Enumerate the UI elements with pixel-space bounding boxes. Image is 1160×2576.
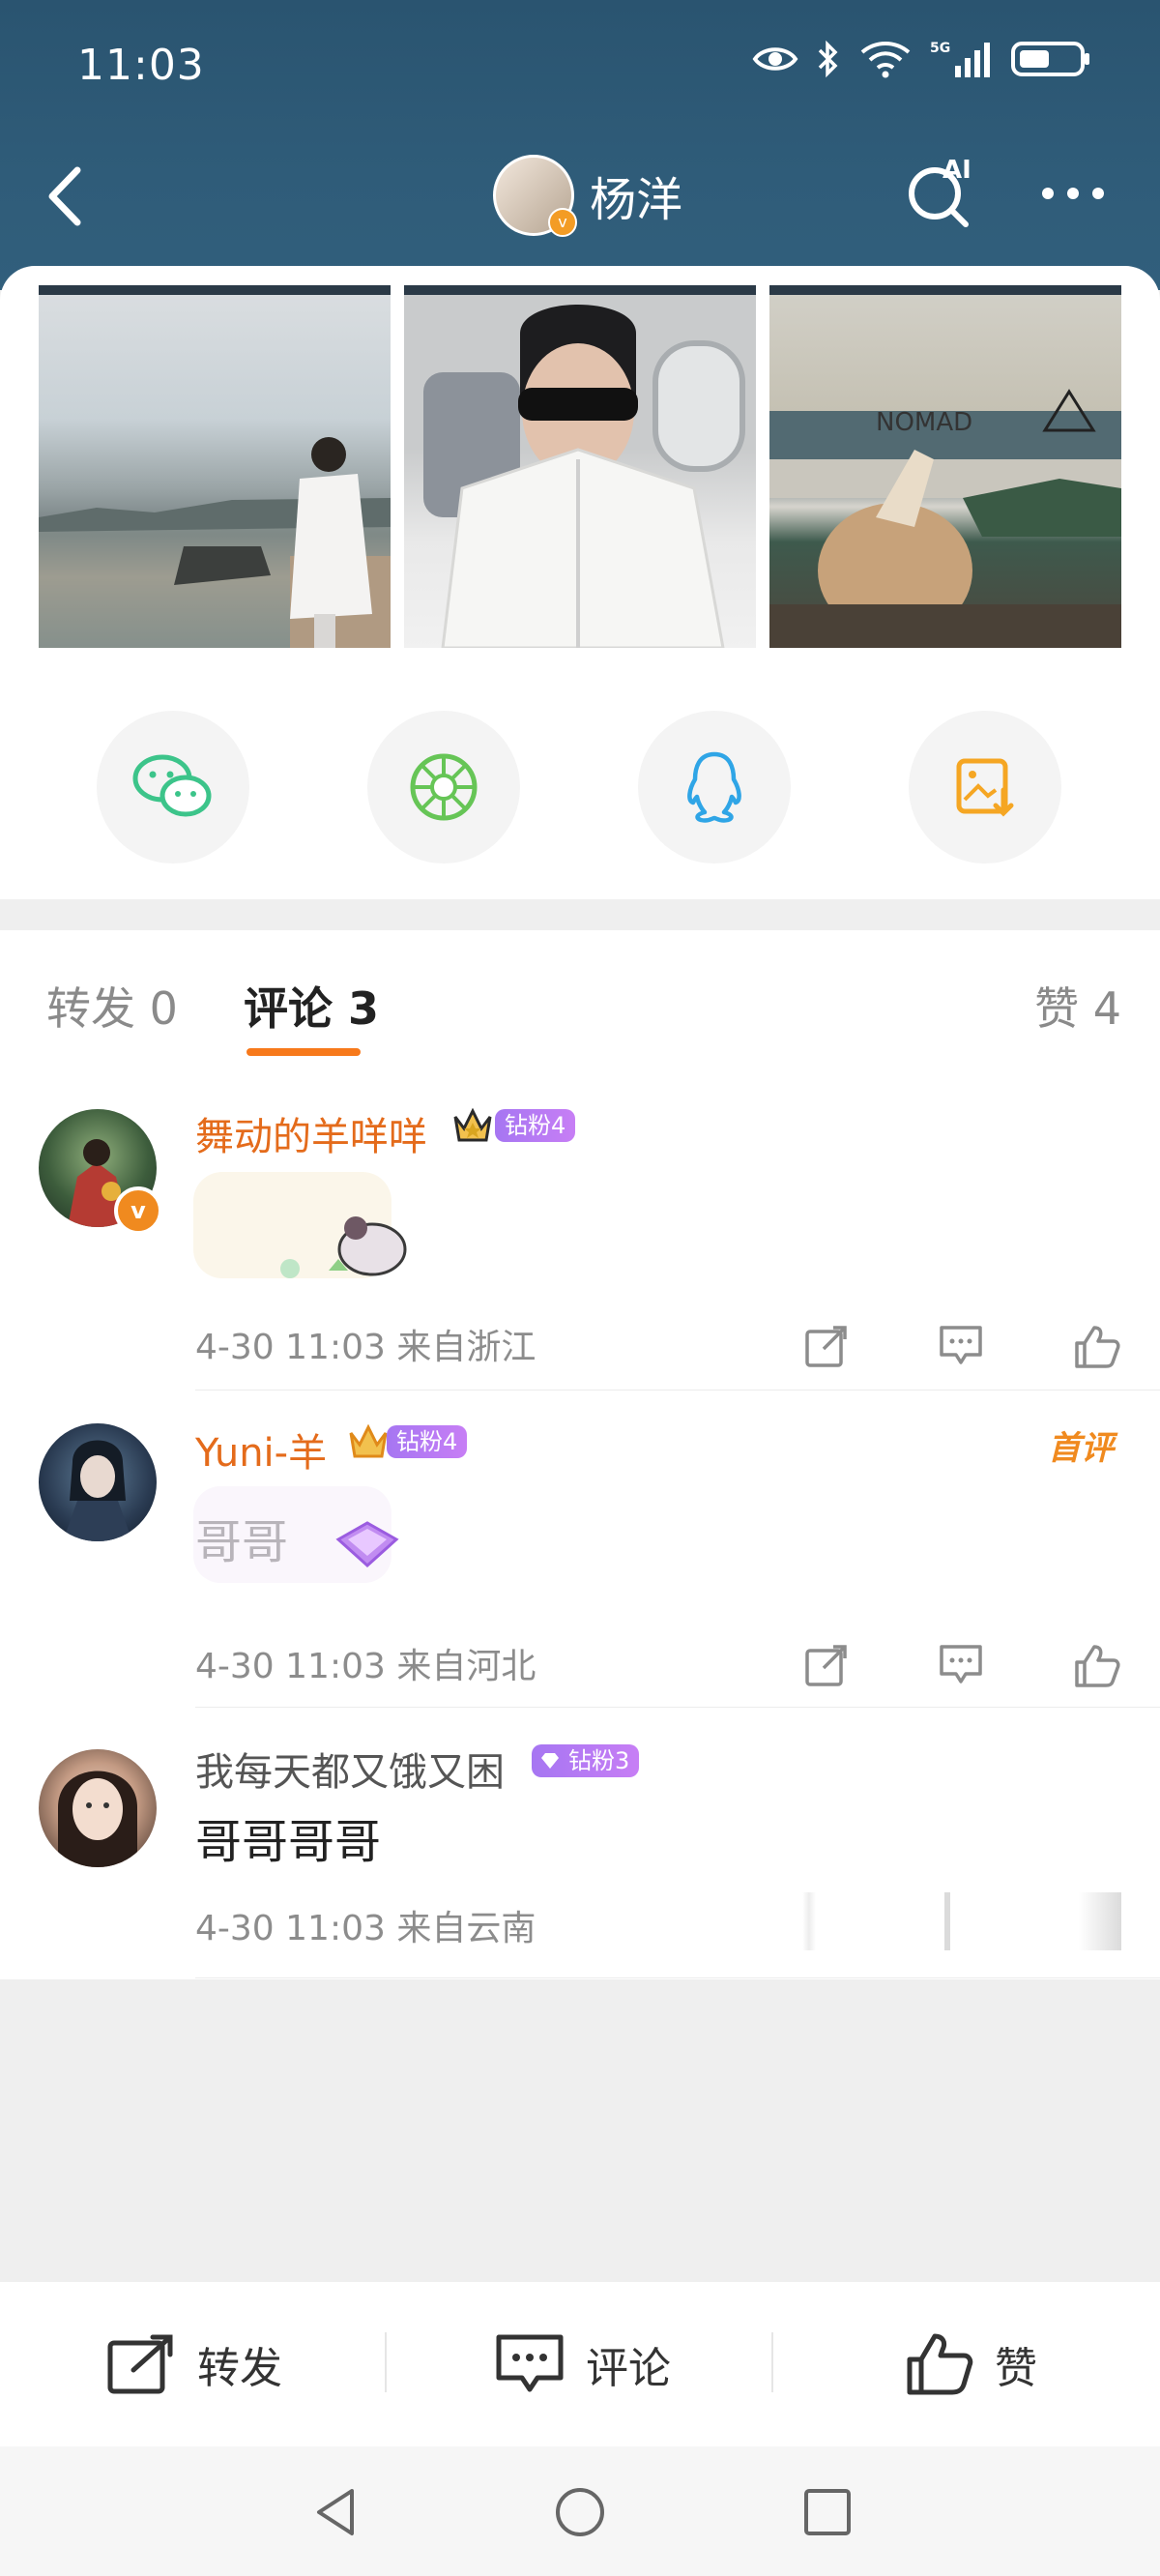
- comment-meta: 4-30 11:03 来自云南: [195, 1900, 536, 1950]
- comment-username[interactable]: 舞动的羊咩咩: [195, 1105, 427, 1161]
- fan-badge-label: 钻粉3: [568, 1747, 630, 1774]
- repost-icon: [107, 2334, 173, 2394]
- nav-back-icon[interactable]: [309, 2485, 363, 2539]
- comment-time: 4-30 11:03: [195, 1647, 386, 1686]
- bar-separator: [385, 2332, 387, 2392]
- bluetooth-icon: [818, 40, 838, 78]
- reply-icon[interactable]: [937, 1322, 985, 1370]
- active-tab-indicator: [246, 1048, 361, 1056]
- tab-repost[interactable]: 转发 0: [46, 974, 178, 1038]
- comment-location: 来自云南: [396, 1909, 536, 1948]
- loading-shimmer: [944, 1892, 950, 1950]
- tab-like[interactable]: 赞 4: [1034, 974, 1121, 1038]
- verified-badge-icon: v: [548, 208, 577, 237]
- wifi-icon: [860, 42, 911, 78]
- more-options-icon[interactable]: [1034, 174, 1112, 213]
- photo-coconut-beach[interactable]: NOMAD: [769, 295, 1121, 648]
- tab-comment[interactable]: 评论 3: [244, 974, 379, 1038]
- sticker-bubble-decoration: [193, 1486, 399, 1583]
- ai-search-icon[interactable]: AI: [904, 155, 981, 232]
- diamond-icon: [541, 1753, 559, 1769]
- comment-item: Yuni-羊 钻粉4 首评 哥哥 4-30 11:03 来自河北: [0, 1390, 1160, 1709]
- tab-bar: 转发 0 评论 3 赞 4: [0, 930, 1160, 1071]
- bar-separator: [771, 2332, 773, 2392]
- battery-icon: [1011, 42, 1089, 76]
- comment-username[interactable]: Yuni-羊: [195, 1421, 327, 1478]
- loading-shimmer: [1079, 1892, 1121, 1950]
- sticker-bubble-decoration: [193, 1172, 407, 1278]
- like-button[interactable]: 赞: [904, 2326, 1037, 2403]
- comment-item: 我每天都又饿又困 钻粉3 哥哥哥哥 4-30 11:03 来自云南: [0, 1709, 1160, 1979]
- comment-location: 来自河北: [396, 1647, 536, 1686]
- comment-icon: [496, 2334, 564, 2392]
- profile-title[interactable]: v 杨洋: [493, 155, 683, 237]
- share-wechat-button[interactable]: [97, 711, 249, 864]
- photo-airplane-selfie[interactable]: [404, 295, 756, 648]
- comment-actions: [802, 1636, 1121, 1694]
- save-image-button[interactable]: [909, 711, 1061, 864]
- share-icon[interactable]: [802, 1641, 851, 1689]
- comment-label: 评论: [586, 2344, 671, 2393]
- reply-icon[interactable]: [937, 1641, 985, 1689]
- comment-divider: [195, 1977, 1160, 1978]
- back-arrow-icon[interactable]: [39, 162, 97, 230]
- section-divider: [0, 899, 1160, 930]
- comment-list: v 舞动的羊咩咩 钻粉4 第一 4-30 11:03 来自浙江 Yuni-羊 钻…: [0, 1070, 1160, 1979]
- eye-icon: [752, 47, 798, 71]
- like-icon[interactable]: [1071, 1641, 1121, 1689]
- wechat-icon: [132, 754, 212, 817]
- profile-avatar[interactable]: v: [493, 155, 577, 237]
- post-card: NOMAD: [0, 266, 1160, 899]
- photo-grid: NOMAD: [39, 285, 1121, 648]
- comment-meta: 4-30 11:03 来自河北: [195, 1638, 536, 1688]
- system-navigation-bar: [0, 2446, 1160, 2576]
- moments-icon: [410, 753, 478, 821]
- repost-button[interactable]: 转发: [106, 2326, 282, 2403]
- comment-item: v 舞动的羊咩咩 钻粉4 第一 4-30 11:03 来自浙江: [0, 1070, 1160, 1390]
- share-moments-button[interactable]: [367, 711, 520, 864]
- signal-5g-icon: 5G: [930, 41, 990, 77]
- share-icon[interactable]: [802, 1322, 851, 1370]
- verified-badge-icon: v: [114, 1186, 162, 1235]
- crown-icon: [453, 1107, 492, 1142]
- thumbs-up-icon: [907, 2333, 973, 2395]
- nav-recents-icon[interactable]: [800, 2485, 855, 2539]
- comment-meta: 4-30 11:03 来自浙江: [195, 1319, 536, 1369]
- comment-button[interactable]: 评论: [495, 2326, 671, 2403]
- qq-icon: [687, 751, 741, 823]
- nav-home-icon[interactable]: [553, 2485, 607, 2539]
- comment-time: 4-30 11:03: [195, 1909, 386, 1948]
- svg-text:AI: AI: [942, 156, 972, 185]
- loading-shimmer: [802, 1892, 816, 1950]
- comment-divider: [195, 1707, 1160, 1708]
- profile-name: 杨洋: [590, 173, 683, 227]
- fan-badge: 钻粉4: [495, 1109, 576, 1142]
- comment-actions-loading: [802, 1892, 1121, 1950]
- crown-icon: [349, 1423, 388, 1458]
- share-options: [97, 711, 1063, 865]
- save-image-icon: [956, 758, 1014, 817]
- like-label: 赞: [995, 2344, 1037, 2393]
- bottom-action-bar: 转发 评论 赞: [0, 2282, 1160, 2446]
- share-qq-button[interactable]: [638, 711, 791, 864]
- comment-location: 来自浙江: [396, 1328, 536, 1367]
- status-bar: 11:03 5G: [0, 0, 1160, 140]
- comment-username[interactable]: 我每天都又饿又困: [195, 1741, 505, 1797]
- comment-actions: [802, 1317, 1121, 1375]
- comment-time: 4-30 11:03: [195, 1328, 386, 1367]
- avatar[interactable]: [39, 1749, 157, 1867]
- status-time: 11:03: [77, 41, 205, 90]
- fan-badge: 钻粉4: [387, 1425, 468, 1458]
- navigation-bar: v 杨洋 AI: [0, 145, 1160, 251]
- svg-text:NOMAD: NOMAD: [876, 408, 972, 437]
- repost-label: 转发: [197, 2344, 282, 2393]
- first-comment-tag: 首评: [1048, 1429, 1114, 1468]
- comment-text: 哥哥哥哥: [195, 1815, 382, 1869]
- status-icons: 5G: [752, 39, 1092, 79]
- fan-badge: 钻粉3: [532, 1744, 640, 1777]
- photo-seaside[interactable]: [39, 295, 391, 648]
- like-icon[interactable]: [1071, 1322, 1121, 1370]
- svg-text:5G: 5G: [930, 41, 950, 56]
- avatar[interactable]: [39, 1423, 157, 1541]
